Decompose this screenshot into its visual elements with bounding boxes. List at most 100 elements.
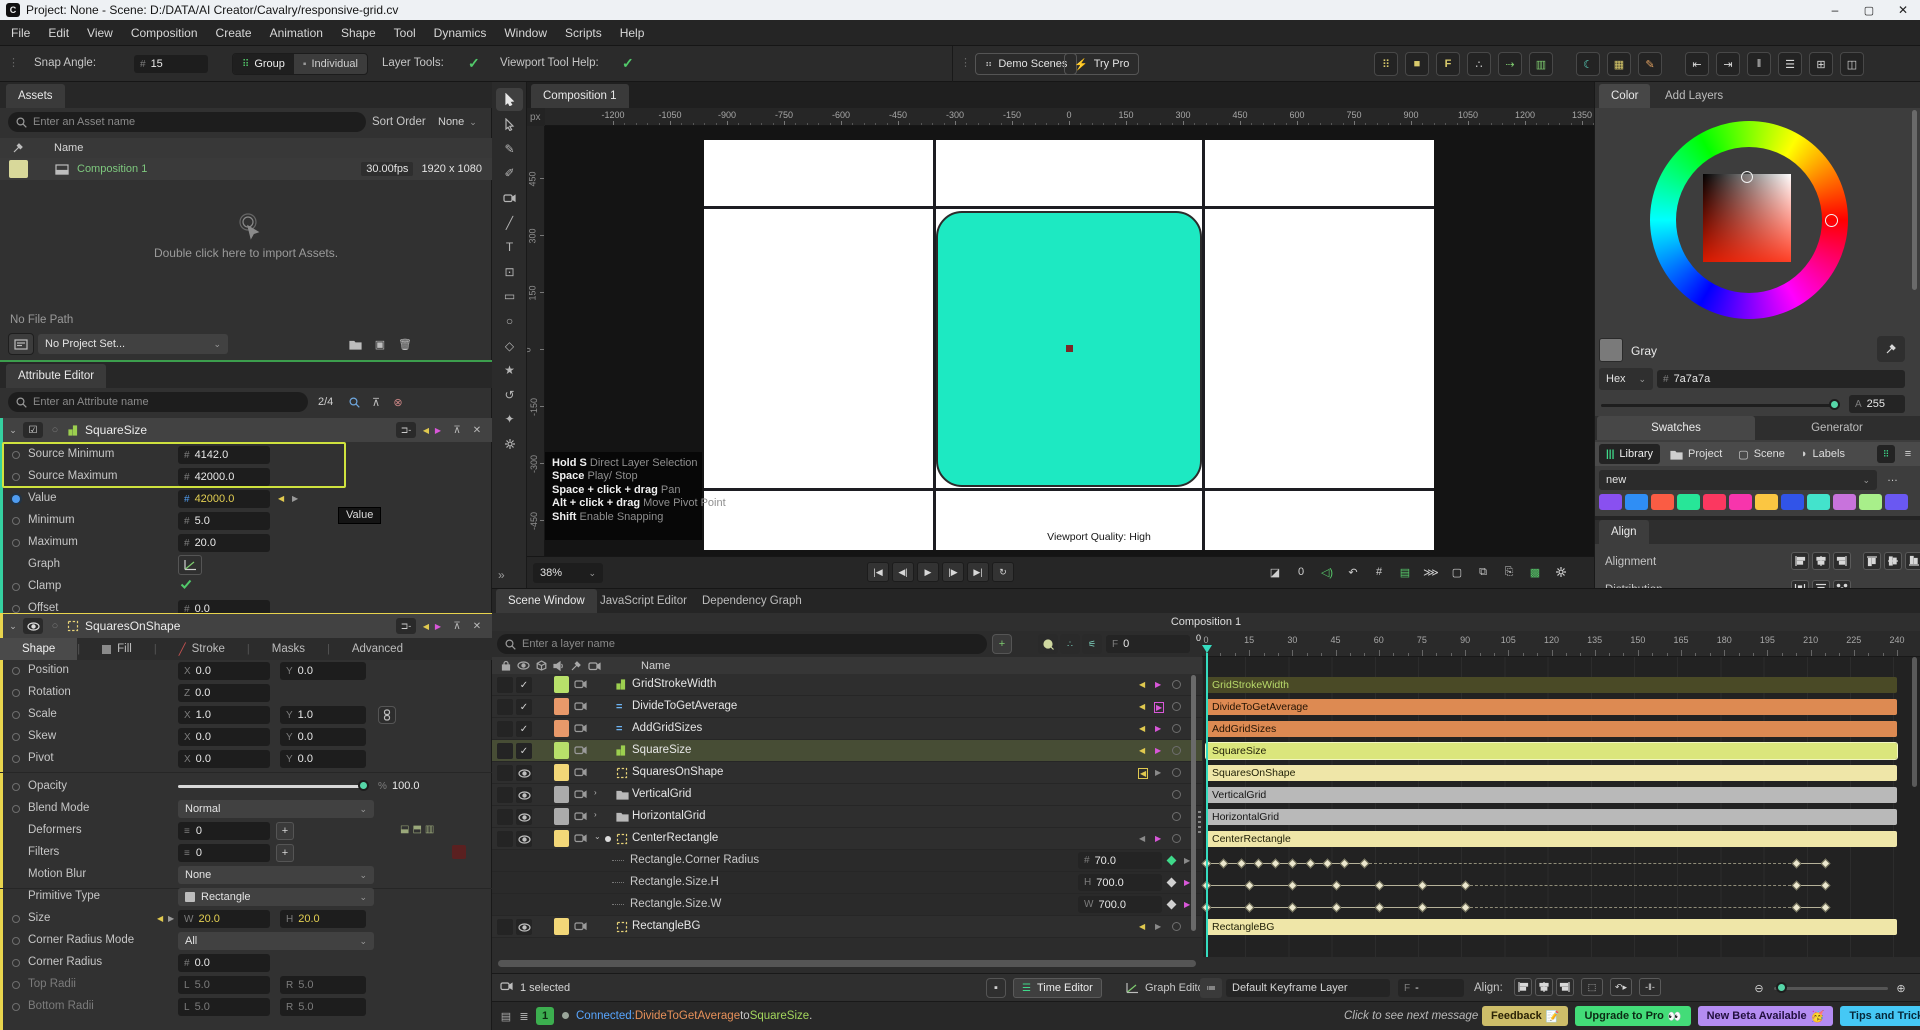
close-section-icon[interactable]: ✕ [470, 621, 484, 632]
viewport-tab-composition[interactable]: Composition 1 [531, 84, 629, 108]
lasso-icon[interactable]: ↶ [1343, 562, 1363, 582]
library-button[interactable]: ||| Library [1599, 444, 1661, 464]
current-color-swatch[interactable] [1599, 338, 1623, 362]
timeline-layer-row-11[interactable]: RectangleBG ◀ ▶ [492, 916, 1202, 938]
keyframe-diamond-icon[interactable] [1166, 855, 1177, 866]
next-keyframe-icon[interactable]: ▶ [1154, 746, 1162, 755]
opacity-slider[interactable] [178, 785, 368, 788]
palette-swatch-9[interactable] [1833, 494, 1856, 510]
pencil-tool-icon[interactable]: ✐ [496, 162, 523, 185]
panel-scrollbar[interactable] [1912, 110, 1917, 290]
viewport-tool-help-check-icon[interactable]: ✓ [622, 55, 634, 72]
attribute-value-field[interactable]: Y 0.0 [280, 662, 366, 680]
keyframe-layer-icon-button[interactable]: ≔ [1200, 978, 1222, 998]
visibility-toggle[interactable] [516, 765, 532, 781]
visibility-toggle[interactable] [516, 809, 532, 825]
attribute-connect-dot[interactable] [12, 755, 20, 763]
select-tool-icon[interactable] [496, 88, 523, 111]
section-collapse-icon[interactable]: ⌄ [3, 621, 23, 632]
play-button[interactable]: ▶ [917, 562, 939, 582]
menu-dynamics[interactable]: Dynamics [425, 20, 496, 46]
visibility-toggle[interactable]: ✓ [516, 721, 532, 737]
layer-name[interactable]: GridStrokeWidth [632, 678, 716, 690]
timeline-zoom-knob[interactable] [1776, 982, 1787, 993]
align-h-right-button[interactable] [1833, 552, 1851, 570]
layer-color-swatch[interactable] [554, 698, 569, 715]
minimize-button[interactable]: – [1818, 0, 1852, 20]
next-keyframe-icon[interactable]: ▶ [1184, 900, 1190, 909]
solo-circle-icon[interactable] [1172, 724, 1181, 733]
timeline-bar-rectanglebg[interactable]: RectangleBG [1206, 919, 1897, 935]
lock-toggle[interactable] [497, 831, 513, 847]
zoom-in-button[interactable]: ⊕ [1892, 979, 1910, 997]
toolbar-drag-handle-2[interactable]: ⋮ [960, 56, 971, 69]
demo-scenes-button[interactable]: ⠶ Demo Scenes [975, 53, 1078, 75]
attribute-value-field[interactable]: W 20.0 [178, 910, 270, 928]
frame-tool-icon[interactable]: ⊡ [496, 260, 523, 283]
footer-frame-field[interactable]: F- [1398, 979, 1464, 997]
status-click-hint[interactable]: Click to see next message [1344, 1010, 1478, 1022]
skip-to-end-button[interactable]: ▶| [967, 562, 989, 582]
timeline-layer-row-3[interactable]: ✓ SquareSize ◀ ▶ [492, 740, 1202, 762]
swatches-tab[interactable]: Swatches [1597, 416, 1755, 440]
rectangle-tool-icon[interactable]: ▭ [496, 285, 523, 308]
prev-keyframe-icon[interactable]: ◀ [1138, 680, 1146, 689]
palette-swatch-6[interactable] [1755, 494, 1778, 510]
viewport-zoom-dropdown[interactable]: 38% ⌄ [533, 563, 603, 583]
attribute-connect-dot[interactable] [12, 667, 20, 675]
layout-icon[interactable]: ▥ [1529, 52, 1553, 76]
attribute-radio-on[interactable] [12, 495, 20, 503]
tl-align-h-center-button[interactable] [1535, 978, 1553, 996]
align-right-icon[interactable]: ⇥ [1716, 52, 1740, 76]
attribute-connect-dot[interactable] [12, 733, 20, 741]
menu-scripts[interactable]: Scripts [556, 20, 611, 46]
polygon-tool-icon[interactable]: ◇ [496, 334, 523, 357]
motion-trails-icon[interactable]: ⋙ [1421, 562, 1441, 582]
solo-circle-icon[interactable] [1172, 790, 1181, 799]
sv-selector[interactable] [1741, 171, 1753, 183]
snap-angle-field[interactable]: #15 [134, 55, 208, 73]
section-solo-icon[interactable]: ○ [47, 424, 63, 436]
time-editor-button[interactable]: ☰ Time Editor [1013, 978, 1102, 998]
panel-splitter-handle[interactable] [1198, 811, 1201, 835]
eyedropper-button[interactable] [1877, 336, 1905, 362]
direct-select-tool-icon[interactable] [496, 113, 523, 136]
lock-toggle[interactable] [497, 919, 513, 935]
pen-tool-icon[interactable]: ✎ [496, 137, 523, 160]
loop-button[interactable]: ↻ [992, 562, 1014, 582]
attribute-connect-dot[interactable] [12, 689, 20, 697]
layer-color-swatch[interactable] [554, 720, 569, 737]
prev-keyframe-icon[interactable]: ◀ [420, 426, 432, 435]
timeline-bar-squaresize[interactable]: SquareSize [1205, 742, 1898, 760]
add-item-button[interactable]: + [276, 822, 294, 840]
deformer-tool-icons[interactable]: ⬓⬒▥ [400, 824, 437, 835]
add-item-button[interactable]: + [276, 844, 294, 862]
solo-circle-icon[interactable] [1172, 768, 1181, 777]
attribute-dropdown-motion-blur[interactable]: None ⌄ [178, 866, 374, 884]
attribute-connect-dot[interactable] [12, 1003, 20, 1011]
console-icon[interactable]: ▤ [498, 1008, 514, 1024]
attribute-connect-dot[interactable] [12, 711, 20, 719]
layer-list-scrollbar[interactable] [1191, 675, 1196, 931]
section-solo-icon[interactable]: ○ [47, 620, 63, 632]
timeline-bar-squaresonshape[interactable]: SquaresOnShape [1206, 765, 1897, 781]
section-collapse-icon[interactable]: ⌄ [3, 425, 23, 436]
cube-icon[interactable]: ■ [1405, 52, 1429, 76]
shape-tab-advanced[interactable]: Advanced [330, 638, 425, 660]
prev-keyframe-icon[interactable]: ◀ [1138, 834, 1146, 843]
timeline-bar-verticalgrid[interactable]: VerticalGrid [1206, 787, 1897, 803]
viewport-settings-gear-icon[interactable] [1551, 562, 1571, 582]
shape-tab-masks[interactable]: Masks [250, 638, 327, 660]
split-icon[interactable]: ◫ [1840, 52, 1864, 76]
menu-tool[interactable]: Tool [385, 20, 425, 46]
lock-toggle[interactable] [497, 721, 513, 737]
attribute-value-field[interactable]: #42000.0 [178, 490, 270, 508]
group-toggle[interactable]: ⠿ Group [233, 54, 294, 74]
layer-color-swatch[interactable] [554, 830, 569, 847]
visibility-toggle[interactable] [516, 919, 532, 935]
layer-name[interactable]: RectangleBG [632, 920, 700, 932]
attribute-value-field[interactable]: L 5.0 [178, 998, 270, 1016]
attribute-connect-dot[interactable] [12, 959, 20, 967]
layer-color-swatch[interactable] [554, 786, 569, 803]
attribute-name[interactable]: Rectangle.Size.W [630, 898, 721, 910]
